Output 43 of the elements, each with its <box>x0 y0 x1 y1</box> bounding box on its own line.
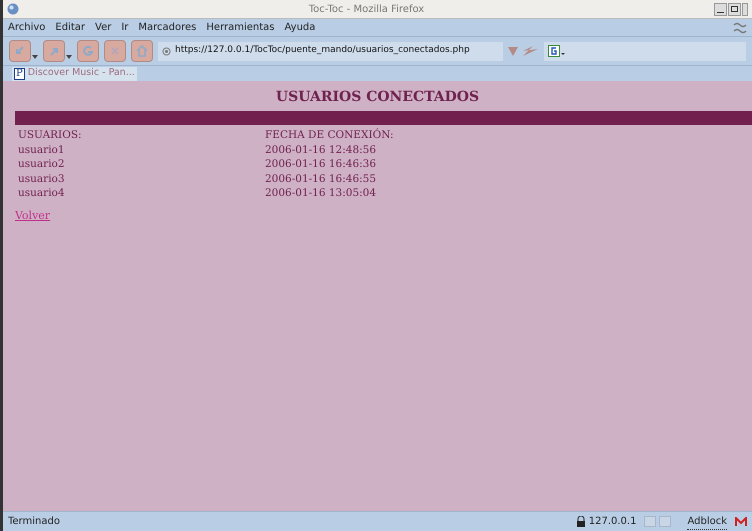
maximize-button[interactable] <box>728 2 741 16</box>
page-heading: USUARIOS CONECTADOS <box>274 88 480 107</box>
reload-button[interactable] <box>77 40 99 62</box>
caret-icon[interactable] <box>66 55 72 59</box>
column-header: USUARIOS: <box>18 128 83 142</box>
column-header: FECHA DE CONEXIÓN: <box>265 128 394 142</box>
globe-icon <box>7 3 19 15</box>
throbber-icon <box>733 22 747 34</box>
status-text: Terminado <box>8 515 61 529</box>
address-field[interactable]: https://127.0.0.1/TocToc/puente_mando/usuarios_conectados.php <box>158 42 503 60</box>
lock-icon <box>576 516 586 527</box>
menu-item[interactable]: Ir <box>121 20 128 35</box>
window-title: Toc-Toc - Mozilla Firefox <box>308 2 426 16</box>
table-cell: 2006-01-16 16:46:55 <box>265 172 376 186</box>
bookmark-tab[interactable]: P Discover Music - Pan... <box>12 66 137 80</box>
dropdown-icon[interactable] <box>508 46 518 56</box>
stop-button[interactable] <box>104 40 126 62</box>
mail-icon[interactable] <box>735 516 747 526</box>
menu-item[interactable]: Herramientas <box>206 20 275 35</box>
table-cell: 2006-01-16 16:46:36 <box>265 157 376 172</box>
table-cell: 2006-01-16 13:05:04 <box>265 186 376 200</box>
menu-item[interactable]: Archivo <box>8 20 46 35</box>
search-field[interactable] <box>544 42 746 60</box>
table-cell-text: usuario3 <box>18 172 66 186</box>
table-cell: 2006-01-16 12:48:56 <box>265 142 376 157</box>
site-logo: P <box>14 68 25 80</box>
go-icon[interactable] <box>523 45 539 57</box>
table-cell-text: usuario1 <box>18 142 66 157</box>
caret-icon[interactable] <box>32 55 38 59</box>
table-cell-text: usuario4 <box>18 186 66 200</box>
minimize-button[interactable] <box>714 2 727 16</box>
search-engine-icon <box>548 45 566 57</box>
menu-item[interactable]: Ver <box>95 20 112 35</box>
host-text: 127.0.0.1 <box>588 515 636 529</box>
table-cell-text: usuario2 <box>18 157 66 172</box>
menu-item[interactable]: Marcadores <box>138 20 196 35</box>
reload-icon <box>81 44 95 58</box>
menu-item[interactable]: Editar <box>55 20 85 35</box>
site-icon <box>162 46 171 56</box>
home-button[interactable] <box>131 40 153 62</box>
menu-item[interactable]: Ayuda <box>284 20 316 35</box>
house-icon <box>135 44 149 58</box>
adblock-text[interactable]: Adblock <box>687 514 727 530</box>
